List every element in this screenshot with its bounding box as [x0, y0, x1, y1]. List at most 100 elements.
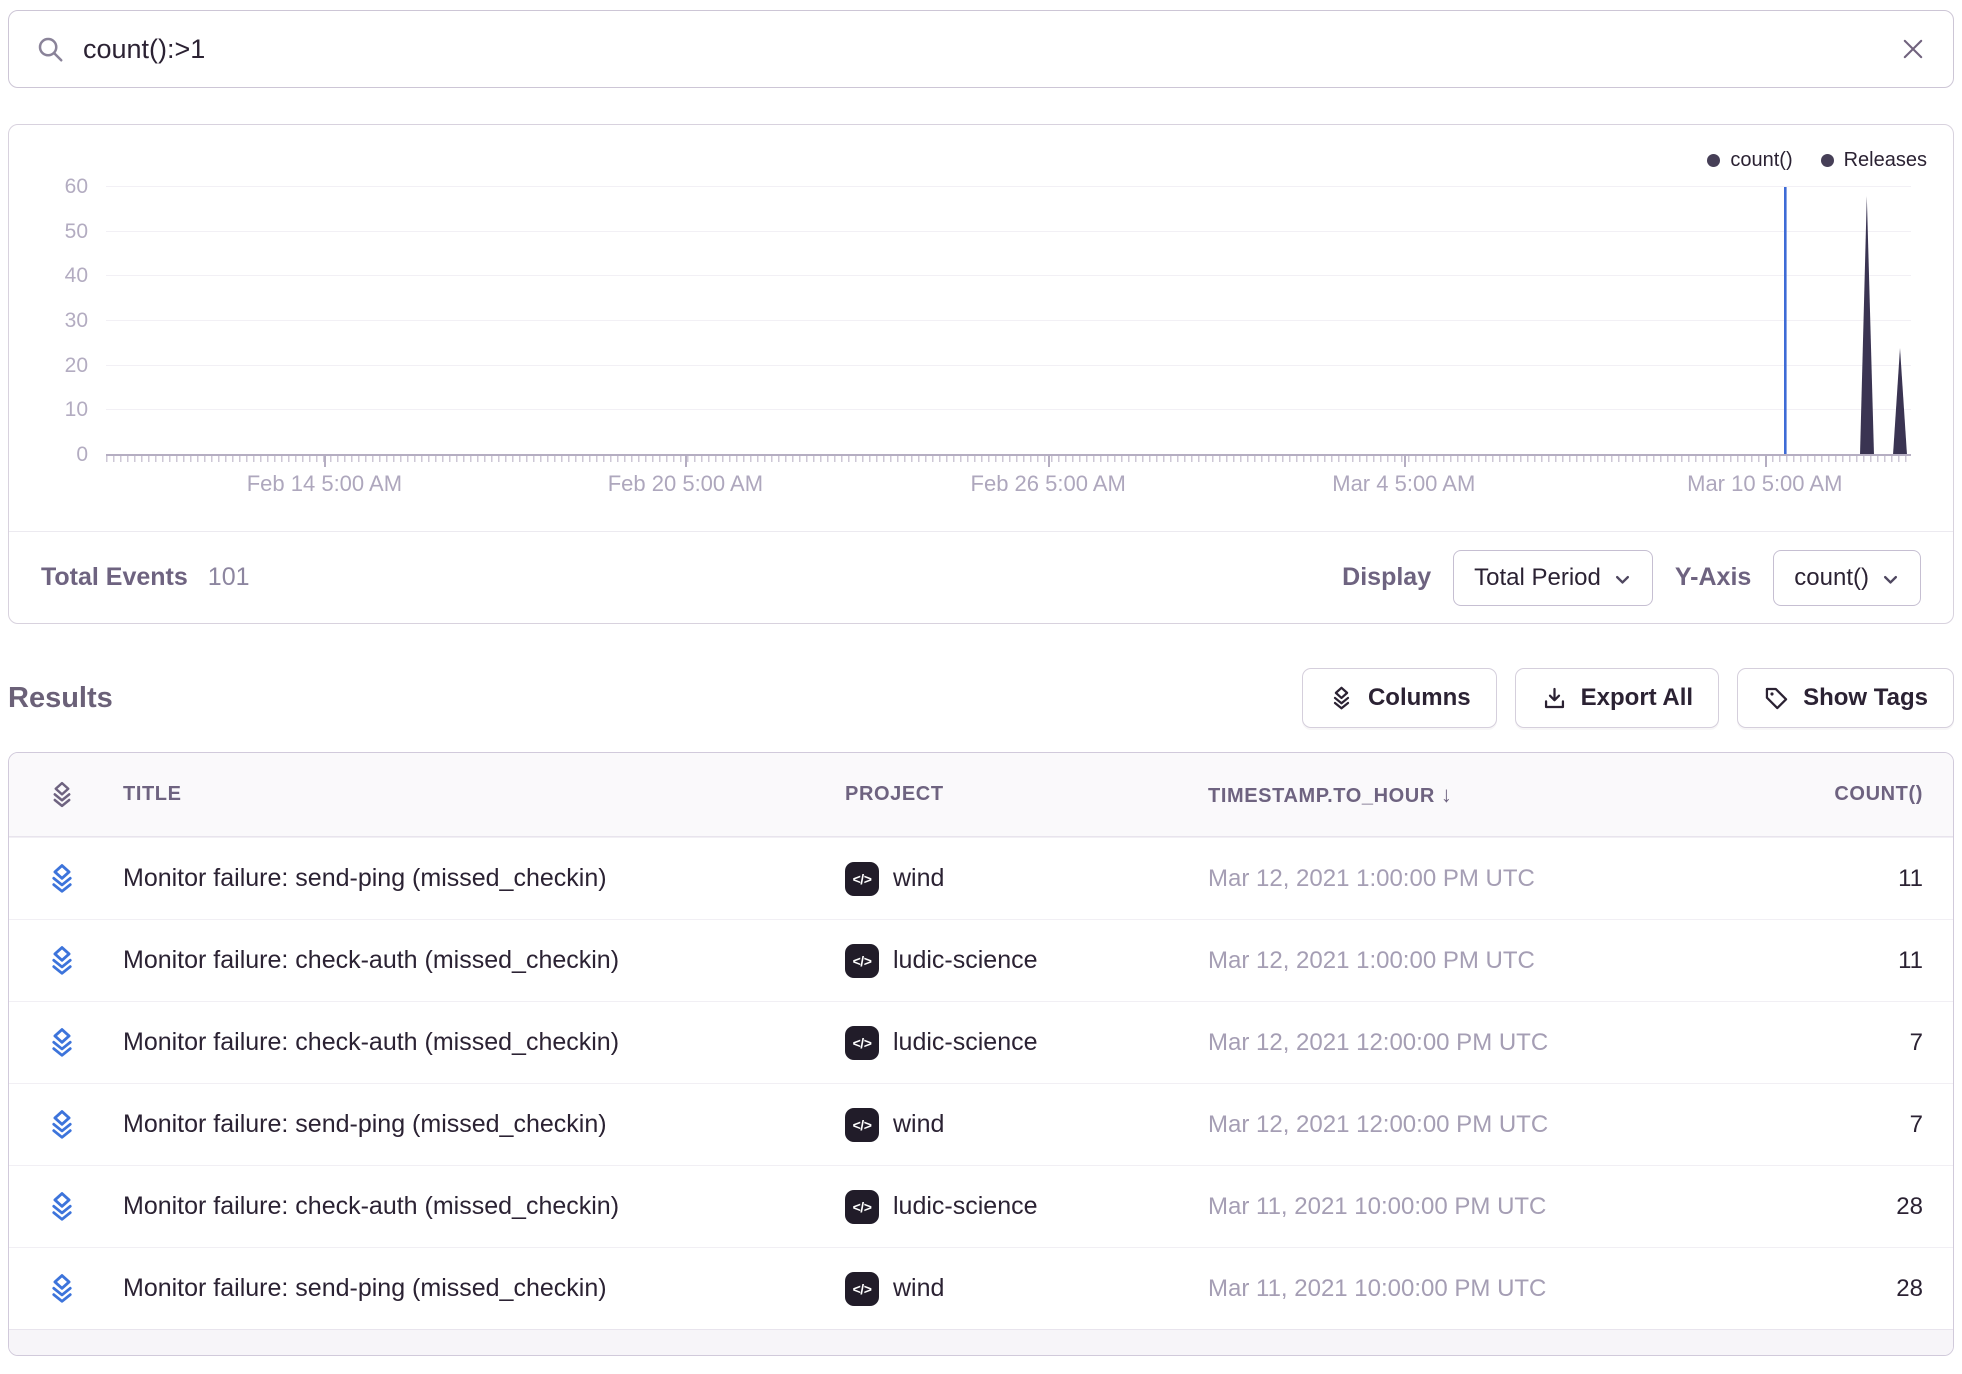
table-row[interactable]: Monitor failure: check-auth (missed_chec… — [9, 919, 1953, 1001]
x-axis-minor-ticks — [106, 456, 1911, 462]
project-platform-icon: </> — [845, 862, 879, 896]
chevron-down-icon — [1613, 570, 1632, 589]
columns-button-label: Columns — [1368, 684, 1471, 712]
column-header-timestamp-label: TIMESTAMP.TO_HOUR — [1208, 785, 1435, 807]
legend-label-count: count() — [1730, 149, 1792, 172]
show-tags-button[interactable]: Show Tags — [1737, 668, 1954, 728]
x-axis-tick: Feb 14 5:00 AM — [247, 471, 402, 497]
row-project[interactable]: </>wind — [845, 1272, 1208, 1306]
y-axis-tick: 20 — [36, 354, 88, 378]
clear-search-icon[interactable] — [1899, 35, 1927, 63]
row-count: 11 — [1698, 865, 1953, 893]
stack-icon — [45, 944, 79, 978]
row-timestamp: Mar 12, 2021 12:00:00 PM UTC — [1208, 1111, 1698, 1139]
row-title[interactable]: Monitor failure: check-auth (missed_chec… — [115, 946, 845, 975]
chart-plot-area[interactable]: 0 10 20 30 40 50 60 Feb 14 5:00 AM Feb 2… — [106, 187, 1911, 455]
row-project[interactable]: </> ludic-science — [845, 1190, 1208, 1224]
column-header-timestamp[interactable]: TIMESTAMP.TO_HOUR↓ — [1208, 782, 1698, 808]
row-title[interactable]: Monitor failure: check-auth (missed_chec… — [115, 1028, 845, 1057]
x-axis-tick: Mar 10 5:00 AM — [1687, 471, 1842, 497]
download-icon — [1541, 685, 1568, 712]
count-spike-small — [1893, 348, 1907, 455]
project-platform-icon: </> — [845, 1190, 879, 1224]
table-row[interactable]: Monitor failure: check-auth (missed_chec… — [9, 1001, 1953, 1083]
x-axis-major-tick — [324, 456, 326, 467]
x-axis-tick: Feb 20 5:00 AM — [608, 471, 763, 497]
stack-icon — [47, 780, 77, 810]
legend-item-count[interactable]: count() — [1707, 149, 1792, 172]
row-timestamp: Mar 12, 2021 12:00:00 PM UTC — [1208, 1029, 1698, 1057]
y-axis-dropdown[interactable]: count() — [1773, 550, 1921, 606]
y-axis-dropdown-value: count() — [1794, 564, 1869, 592]
row-title[interactable]: Monitor failure: send-ping (missed_check… — [115, 1110, 845, 1139]
table-row[interactable]: Monitor failure: send-ping (missed_check… — [9, 1083, 1953, 1165]
legend-item-releases[interactable]: Releases — [1821, 149, 1927, 172]
column-header-project[interactable]: PROJECT — [845, 783, 1208, 806]
project-platform-icon: </> — [845, 944, 879, 978]
column-header-count[interactable]: COUNT() — [1698, 783, 1953, 806]
project-platform-icon: </> — [845, 1108, 879, 1142]
row-project[interactable]: </>wind — [845, 862, 1208, 896]
project-name: ludic-science — [893, 1028, 1038, 1057]
x-axis-tick: Feb 26 5:00 AM — [971, 471, 1126, 497]
x-axis-major-tick — [1765, 456, 1767, 467]
row-title[interactable]: Monitor failure: send-ping (missed_check… — [115, 1274, 845, 1303]
total-events-value: 101 — [208, 563, 250, 592]
project-name: wind — [893, 1274, 944, 1303]
x-axis-tick: Mar 4 5:00 AM — [1332, 471, 1475, 497]
layers-icon — [1328, 685, 1355, 712]
row-project[interactable]: </> ludic-science — [845, 1026, 1208, 1060]
search-input[interactable] — [83, 34, 1881, 65]
chart-legend: count() Releases — [1707, 149, 1927, 172]
display-dropdown[interactable]: Total Period — [1453, 550, 1653, 606]
stack-icon — [45, 1108, 79, 1142]
legend-label-releases: Releases — [1844, 149, 1927, 172]
export-all-button[interactable]: Export All — [1515, 668, 1719, 728]
y-axis-label: Y-Axis — [1675, 563, 1751, 592]
project-name: wind — [893, 1110, 944, 1139]
display-label: Display — [1342, 563, 1431, 592]
display-dropdown-value: Total Period — [1474, 564, 1601, 592]
legend-dot-count-icon — [1707, 154, 1720, 167]
table-header-row: TITLE PROJECT TIMESTAMP.TO_HOUR↓ COUNT() — [9, 753, 1953, 837]
row-count: 28 — [1698, 1275, 1953, 1303]
count-spike-large — [1860, 196, 1874, 455]
show-tags-button-label: Show Tags — [1803, 684, 1928, 712]
search-icon — [35, 34, 65, 64]
table-footer-strip — [9, 1329, 1953, 1355]
project-platform-icon: </> — [845, 1026, 879, 1060]
x-axis-major-tick — [1048, 456, 1050, 467]
stack-icon — [45, 1190, 79, 1224]
table-row[interactable]: Monitor failure: send-ping (missed_check… — [9, 837, 1953, 919]
row-count: 7 — [1698, 1029, 1953, 1057]
y-axis-tick: 60 — [36, 175, 88, 199]
y-axis-tick: 50 — [36, 220, 88, 244]
x-axis-major-tick — [685, 456, 687, 467]
y-axis-tick: 40 — [36, 264, 88, 288]
stack-icon — [45, 1272, 79, 1306]
columns-button[interactable]: Columns — [1302, 668, 1497, 728]
row-project[interactable]: </>ludic-science — [845, 944, 1208, 978]
chart-panel: count() Releases 0 10 20 30 40 50 60 — [8, 124, 1954, 624]
column-header-title[interactable]: TITLE — [115, 783, 845, 806]
row-project[interactable]: </> wind — [845, 1108, 1208, 1142]
row-count: 28 — [1698, 1193, 1953, 1221]
table-row[interactable]: Monitor failure: send-ping (missed_check… — [9, 1247, 1953, 1329]
results-table: TITLE PROJECT TIMESTAMP.TO_HOUR↓ COUNT()… — [8, 752, 1954, 1356]
y-axis-tick: 0 — [36, 443, 88, 467]
chart-footer: Total Events 101 Display Total Period Y-… — [9, 531, 1953, 623]
tag-icon — [1763, 685, 1790, 712]
project-name: ludic-science — [893, 1192, 1038, 1221]
search-bar — [8, 10, 1954, 88]
results-title: Results — [8, 682, 113, 715]
total-events-label: Total Events — [41, 563, 188, 592]
row-title[interactable]: Monitor failure: send-ping (missed_check… — [115, 864, 845, 893]
release-line — [1784, 187, 1787, 455]
row-timestamp: Mar 11, 2021 10:00:00 PM UTC — [1208, 1275, 1698, 1303]
table-row[interactable]: Monitor failure: check-auth (missed_chec… — [9, 1165, 1953, 1247]
row-count: 7 — [1698, 1111, 1953, 1139]
chevron-down-icon — [1881, 570, 1900, 589]
stack-icon — [45, 862, 79, 896]
row-title[interactable]: Monitor failure: check-auth (missed_chec… — [115, 1192, 845, 1221]
stack-icon — [45, 1026, 79, 1060]
